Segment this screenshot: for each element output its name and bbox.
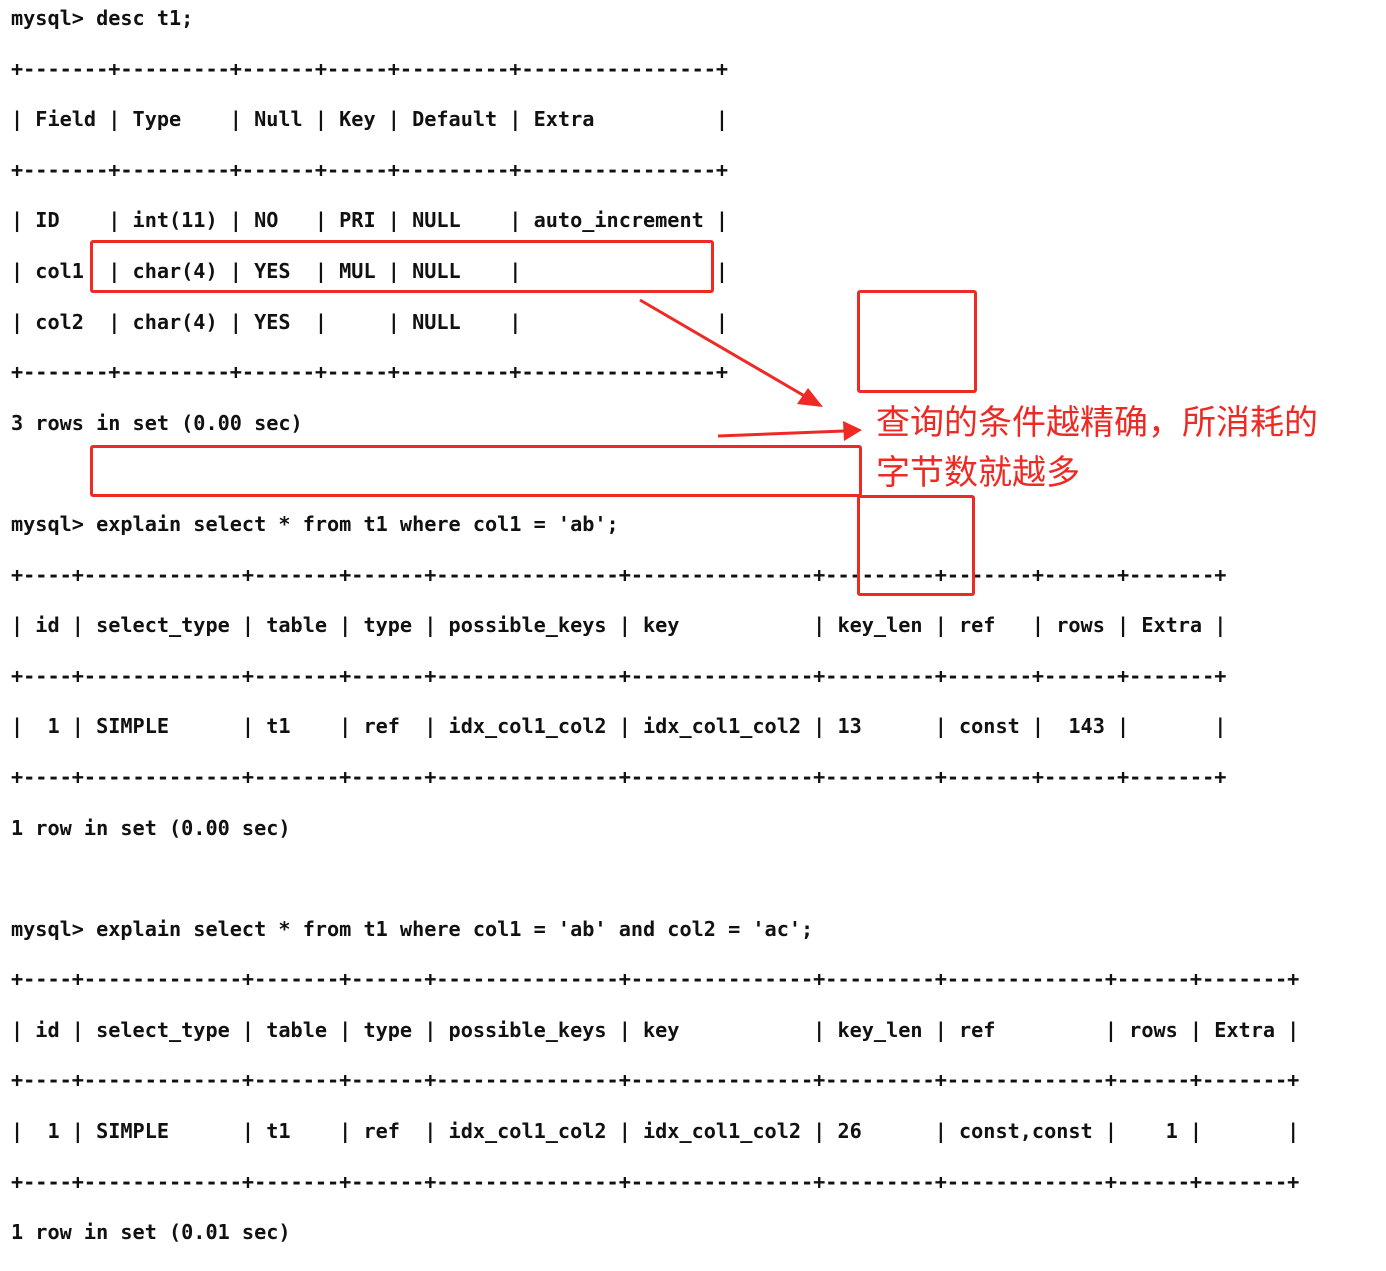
terminal-line: +----+-------------+-------+------+-----… — [11, 1068, 1300, 1093]
terminal-line: | 1 | SIMPLE | t1 | ref | idx_col1_col2 … — [11, 714, 1227, 739]
arrow-line-1 — [639, 298, 809, 400]
terminal-line: +----+-------------+-------+------+-----… — [11, 1169, 1300, 1194]
arrow-head-2 — [843, 421, 862, 441]
terminal-line: +----+-------------+-------+------+-----… — [11, 764, 1227, 789]
terminal-line: +----+-------------+-------+------+-----… — [11, 967, 1300, 992]
terminal-line: +----+-------------+-------+------+-----… — [11, 663, 1227, 688]
arrow-head-1 — [797, 388, 823, 407]
terminal-line: | id | select_type | table | type | poss… — [11, 1017, 1300, 1042]
terminal-line: | 1 | SIMPLE | t1 | ref | idx_col1_col2 … — [11, 1119, 1300, 1144]
annotation-text: 查询的条件越精确，所消耗的 字节数就越多 — [876, 403, 1318, 493]
terminal-line: 1 row in set (0.00 sec) — [11, 815, 291, 840]
terminal-line: 1 row in set (0.01 sec) — [11, 1220, 291, 1245]
annotation-arrows — [639, 298, 862, 441]
terminal-line: mysql> explain select * from t1 where co… — [11, 916, 814, 941]
arrow-line-2 — [717, 429, 845, 438]
